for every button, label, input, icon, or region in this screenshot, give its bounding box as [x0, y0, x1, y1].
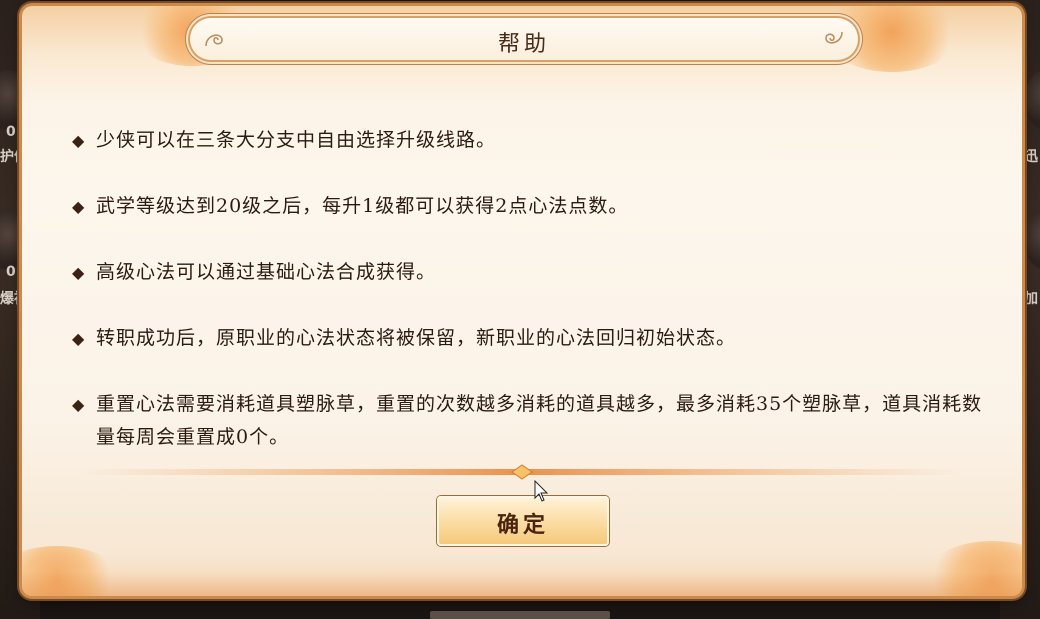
help-text: 武学等级达到20级之后，每升1级都可以获得2点心法点数。 [96, 195, 629, 217]
ornamental-divider [82, 464, 962, 480]
title-plate: 帮助 [190, 18, 858, 60]
help-text: 转职成功后，原职业的心法状态将被保留，新职业的心法回归初始状态。 [96, 327, 737, 349]
dialog-title: 帮助 [497, 32, 550, 57]
swirl-ornament-icon [825, 31, 843, 44]
help-dialog: 帮助 ◆ 少侠可以在三条大分支中自由选择升级线路。 ◆ 武学等级达到20级之后，… [22, 6, 1022, 596]
help-text: 重置心法需要消耗道具塑脉草，重置的次数越多消耗的道具越多，最多消耗35个塑脉草，… [96, 393, 983, 448]
diamond-bullet-icon: ◆ [72, 197, 86, 216]
help-line-4: ◆ 转职成功后，原职业的心法状态将被保留，新职业的心法回归初始状态。 [72, 322, 992, 355]
confirm-button-label: 确定 [496, 512, 549, 538]
cloud-ornament-bottom-right [922, 541, 1022, 596]
help-line-5: ◆ 重置心法需要消耗道具塑脉草，重置的次数越多消耗的道具越多，最多消耗35个塑脉… [72, 388, 992, 454]
confirm-button[interactable]: 确定 [437, 496, 609, 546]
right-label-1: 迅 [1024, 149, 1038, 165]
right-label-2: 加 [1024, 291, 1038, 307]
help-line-2: ◆ 武学等级达到20级之后，每升1级都可以获得2点心法点数。 [72, 190, 992, 223]
diamond-bullet-icon: ◆ [72, 131, 86, 150]
diamond-bullet-icon: ◆ [72, 395, 86, 414]
help-line-3: ◆ 高级心法可以通过基础心法合成获得。 [72, 256, 992, 289]
mouse-pointer-icon [534, 480, 549, 502]
help-text: 高级心法可以通过基础心法合成获得。 [96, 261, 437, 283]
help-content: ◆ 少侠可以在三条大分支中自由选择升级线路。 ◆ 武学等级达到20级之后，每升1… [72, 124, 992, 454]
help-text: 少侠可以在三条大分支中自由选择升级线路。 [96, 129, 497, 151]
diamond-bullet-icon: ◆ [72, 329, 86, 348]
help-line-1: ◆ 少侠可以在三条大分支中自由选择升级线路。 [72, 124, 992, 157]
cloud-ornament-bottom-left [22, 546, 122, 596]
diamond-bullet-icon: ◆ [72, 263, 86, 282]
left-label-3: 0 [6, 264, 16, 280]
left-label-1: 0 [6, 124, 16, 140]
bottom-scroll-bar [430, 611, 610, 619]
